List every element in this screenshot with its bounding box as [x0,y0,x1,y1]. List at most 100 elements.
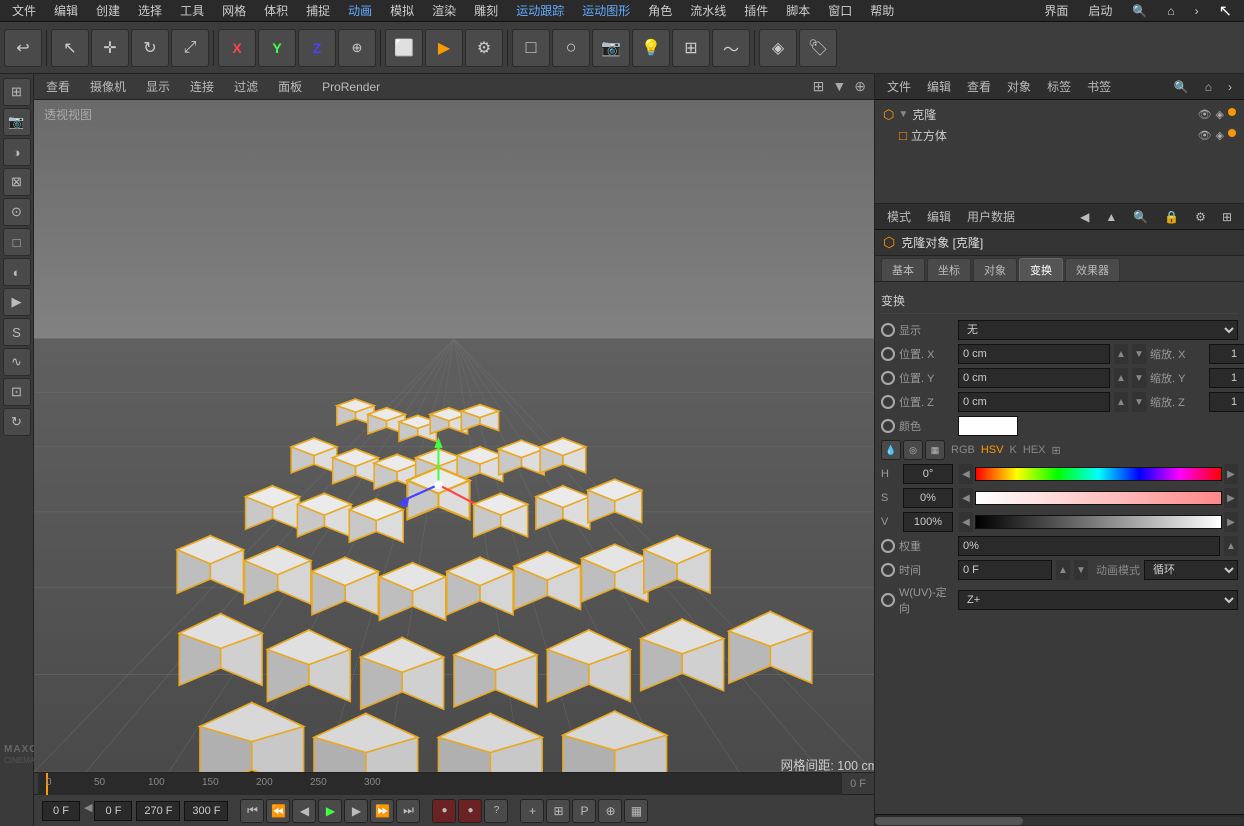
s-slider[interactable] [975,491,1222,505]
vp-view-btn[interactable]: 查看 [42,76,74,97]
render-view-button[interactable]: ▶ [425,29,463,67]
frame-start-input[interactable] [42,801,80,821]
obj-view-btn[interactable]: 查看 [961,76,997,97]
color-eyedrop-btn[interactable]: 💧 [881,440,901,460]
scale-y-input[interactable] [1209,368,1244,388]
menu-item-snapping[interactable]: 捕捉 [298,0,338,21]
pos-z-down[interactable]: ▼ [1132,392,1146,412]
vp-connect-btn[interactable]: 连接 [186,76,218,97]
tab-effectors[interactable]: 效果器 [1065,258,1120,281]
color-mode-hsv[interactable]: HSV [981,444,1004,456]
vp-ctrl-3[interactable]: ⊕ [854,78,866,95]
menu-item-mograph[interactable]: 运动图形 [574,0,638,21]
motion-path-button[interactable]: P [572,799,596,823]
h-up-btn[interactable]: ▶ [1224,464,1238,484]
tree-row-cube[interactable]: □ 立方体 👁 ◈ [879,125,1240,146]
3d-viewport[interactable]: 透视视图 [34,100,874,772]
attr-edit-btn[interactable]: 编辑 [921,206,957,227]
undo-button[interactable]: ↩ [4,29,42,67]
pos-y-down[interactable]: ▼ [1132,368,1146,388]
cloner-color-dot[interactable] [1228,108,1236,116]
time-input[interactable] [958,560,1052,580]
go-end-button[interactable]: ⏭ [396,799,420,823]
display-circle[interactable] [881,323,895,337]
color-spectrum-btn[interactable]: ▦ [925,440,945,460]
sidebar-paint-button[interactable]: S [3,318,31,346]
wuv-select[interactable]: Z+ [958,590,1238,610]
attr-next-icon[interactable]: ▲ [1099,208,1123,226]
cube-vis-icon[interactable]: 👁 [1198,129,1212,142]
pos-x-input[interactable] [958,344,1110,364]
record-button[interactable]: ● [458,799,482,823]
pos-z-circle[interactable] [881,395,895,409]
sidebar-mode-button[interactable]: ⊞ [3,78,31,106]
light-button[interactable]: 💡 [632,29,670,67]
grid-button[interactable]: ⊞ [672,29,710,67]
menu-item-motion-tracking[interactable]: 运动跟踪 [508,0,572,21]
menu-item-edit[interactable]: 编辑 [46,0,86,21]
x-axis-button[interactable]: X [218,29,256,67]
menu-item-volume[interactable]: 体积 [256,0,296,21]
cube-color-dot[interactable] [1228,129,1236,137]
sidebar-grid-button[interactable]: ⊠ [3,168,31,196]
go-start-button[interactable]: ⏮ [240,799,264,823]
vp-prorender-btn[interactable]: ProRender [318,78,384,96]
last-btn[interactable]: ▦ [624,799,648,823]
scale-tool-button[interactable]: ⤢ [171,29,209,67]
sidebar-camera-button[interactable]: 📷 [3,108,31,136]
color-swatch[interactable] [958,416,1018,436]
time-up[interactable]: ▲ [1056,560,1070,580]
pos-y-up[interactable]: ▲ [1114,368,1128,388]
vp-filter-btn[interactable]: 过滤 [230,76,262,97]
color-circle[interactable] [881,419,895,433]
pos-y-circle[interactable] [881,371,895,385]
scroll-thumb[interactable] [875,817,1023,825]
play-forward-button[interactable]: ▶ [318,799,342,823]
prev-frame-button[interactable]: ⏪ [266,799,290,823]
tag-button[interactable]: 🏷 [799,29,837,67]
world-button[interactable]: ⊕ [338,29,376,67]
tab-basic[interactable]: 基本 [881,258,925,281]
scale-x-input[interactable] [1209,344,1244,364]
vp-ctrl-2[interactable]: ▼ [832,78,846,95]
menu-item-animation[interactable]: 动画 [340,0,380,21]
deformer-button[interactable]: 〜 [712,29,750,67]
sidebar-render-button[interactable]: ▶ [3,288,31,316]
v-input[interactable] [903,512,953,532]
arrow-right-icon[interactable]: › [1187,2,1207,20]
obj-arrow-icon[interactable]: › [1222,78,1238,96]
tab-transform[interactable]: 变换 [1019,258,1063,281]
attr-more-icon[interactable]: ⊞ [1216,208,1238,226]
sidebar-texture-button[interactable]: ⊡ [3,378,31,406]
record-position-button[interactable]: ● [432,799,456,823]
pos-z-input[interactable] [958,392,1110,412]
obj-search-icon[interactable]: 🔍 [1168,78,1195,96]
menu-item-simulate[interactable]: 模拟 [382,0,422,21]
cloner-render-icon[interactable]: ◈ [1216,108,1224,121]
end-frame-input[interactable] [136,801,180,821]
color-wheel-btn[interactable]: ◎ [903,440,923,460]
attr-search-icon[interactable]: 🔍 [1127,208,1154,226]
weight-input[interactable] [958,536,1220,556]
timeline-ruler[interactable]: 0 50 100 150 200 250 300 [38,773,842,795]
wuv-circle[interactable] [881,593,895,607]
cube-render-icon[interactable]: ◈ [1216,129,1224,142]
anim-mode-select[interactable]: 循环 [1144,560,1238,580]
h-input[interactable] [903,464,953,484]
vp-ctrl-1[interactable]: ⊞ [813,78,825,95]
tree-row-cloner[interactable]: ⬡ ▼ 克隆 👁 ◈ [879,104,1240,125]
play-back-button[interactable]: ◀ [292,799,316,823]
menu-item-scripts[interactable]: 脚本 [778,0,818,21]
obj-file-btn[interactable]: 文件 [881,76,917,97]
startup-btn[interactable]: 启动 [1080,0,1120,21]
obj-home-icon[interactable]: ⌂ [1199,78,1218,96]
timeline-button[interactable]: ⊞ [546,799,570,823]
material-button[interactable]: ◈ [759,29,797,67]
attr-prev-icon[interactable]: ◀ [1074,208,1095,226]
sidebar-obj2-button[interactable]: ◐ [3,258,31,286]
cloner-vis-icon[interactable]: 👁 [1198,108,1212,121]
time-down[interactable]: ▼ [1074,560,1088,580]
h-down-btn[interactable]: ◀ [959,464,973,484]
menu-item-create[interactable]: 创建 [88,0,128,21]
right-panel-scrollbar[interactable] [875,814,1244,826]
